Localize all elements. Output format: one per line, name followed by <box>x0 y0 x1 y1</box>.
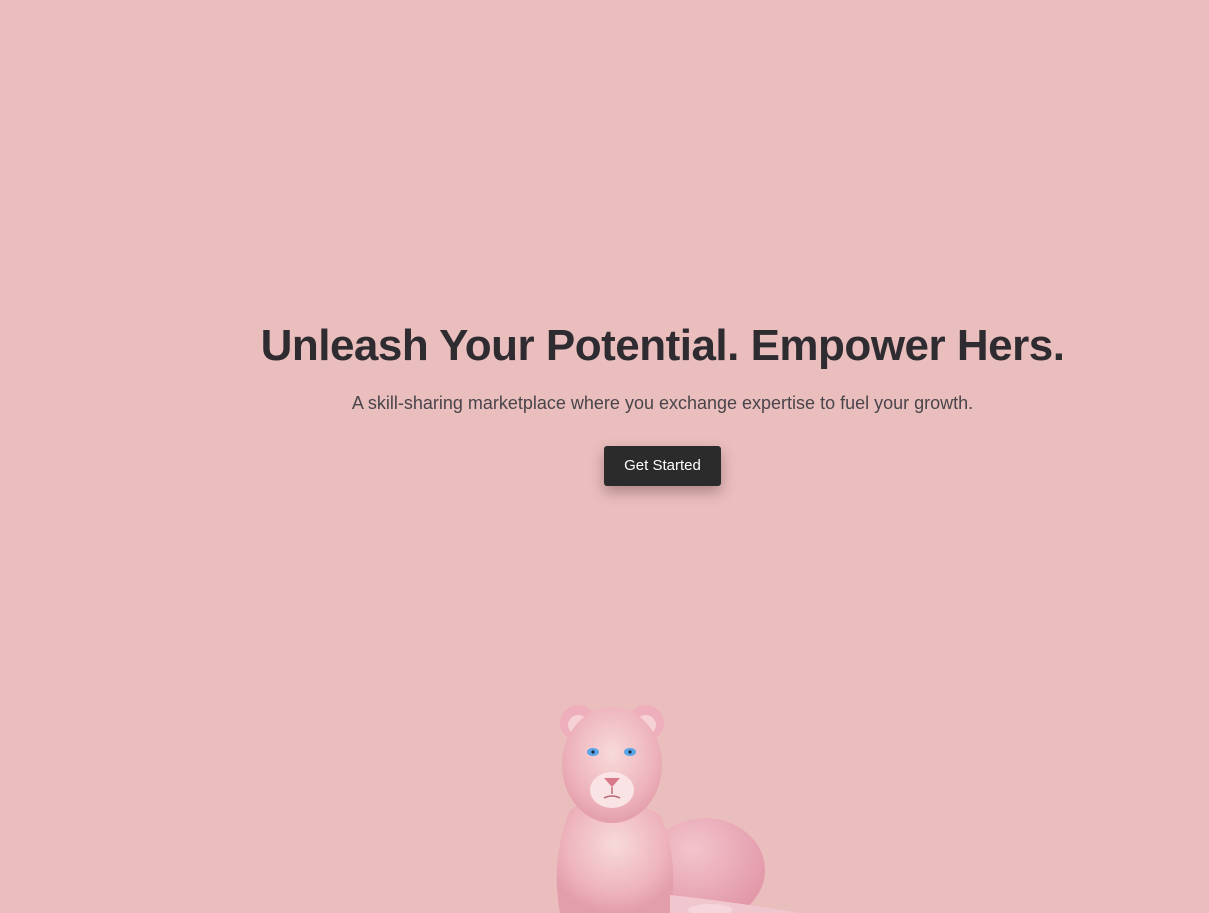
pink-lioness-illustration <box>556 705 800 913</box>
hero-subtitle: A skill-sharing marketplace where you ex… <box>351 393 974 413</box>
hero-content: Unleash Your Potential. Empower Hers. A … <box>58 318 1209 486</box>
hero-section: Unleash Your Potential. Empower Hers. A … <box>0 318 1209 486</box>
get-started-button[interactable]: Get Started <box>604 446 721 486</box>
landing-page: Unleash Your Potential. Empower Hers. A … <box>0 0 1209 913</box>
hero-headline: Unleash Your Potential. Empower Hers. <box>260 321 1065 370</box>
